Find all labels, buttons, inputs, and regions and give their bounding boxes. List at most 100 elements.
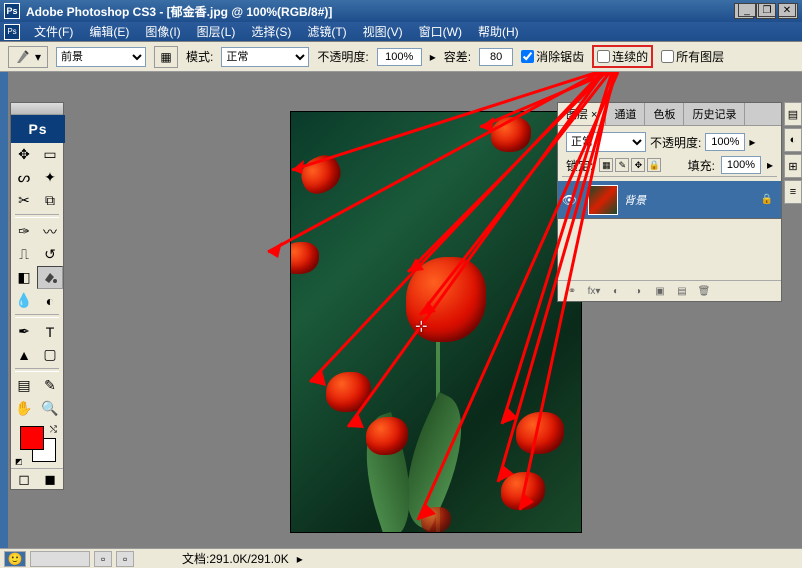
document-canvas[interactable] — [291, 112, 581, 532]
standard-mode-button[interactable]: ◻ — [11, 469, 37, 489]
opacity-input[interactable] — [377, 48, 422, 66]
menu-view[interactable]: 视图(V) — [357, 21, 409, 42]
tab-layers[interactable]: 图层 × — [558, 103, 606, 125]
foreground-color-swatch[interactable] — [20, 426, 44, 450]
options-bar: ▾ 前景 ▦ 模式: 正常 不透明度: ▸ 容差: 消除锯齿 连续的 所有图层 — [0, 42, 802, 72]
fill-arrow-icon[interactable]: ▸ — [767, 158, 773, 172]
layer-visibility-icon[interactable]: 👁 — [558, 181, 582, 218]
new-layer-icon[interactable]: ▤ — [672, 283, 692, 299]
move-tool[interactable]: ✥ — [11, 143, 37, 166]
lock-transparency-icon[interactable]: ▦ — [599, 158, 613, 172]
statusbar: 🙂 ▫ ▫ 文档:291.0K/291.0K ▸ — [0, 548, 802, 568]
marquee-tool[interactable]: ▭ — [37, 143, 63, 166]
status-seg-1[interactable] — [30, 551, 90, 567]
menu-filter[interactable]: 滤镜(T) — [301, 21, 352, 42]
doc-minimize-button[interactable]: _ — [738, 3, 756, 17]
panel-dock-icons: ▤ ◐ ⊞ ≡ — [784, 102, 802, 206]
tolerance-label: 容差: — [444, 48, 471, 65]
window-title: Adobe Photoshop CS3 - [郁金香.jpg @ 100%(RG… — [26, 3, 734, 20]
status-seg-3[interactable]: ▫ — [116, 551, 134, 567]
blur-tool[interactable]: 💧 — [11, 289, 37, 312]
menu-edit[interactable]: 编辑(E) — [83, 21, 135, 42]
tab-history[interactable]: 历史记录 — [684, 103, 745, 125]
ps-logo-icon: Ps — [4, 24, 20, 40]
app-icon: Ps — [4, 3, 20, 19]
lock-label: 锁定: — [566, 157, 593, 174]
layer-style-icon[interactable]: fx▾ — [584, 283, 604, 299]
layer-lock-icon: 🔒 — [761, 194, 773, 205]
hand-tool[interactable]: ✋ — [11, 397, 37, 420]
opacity-arrow-icon[interactable]: ▸ — [749, 135, 755, 149]
menu-help[interactable]: 帮助(H) — [472, 21, 525, 42]
antialias-checkbox[interactable]: 消除锯齿 — [521, 48, 584, 65]
layer-list[interactable]: 👁 背景 🔒 — [558, 181, 781, 281]
layer-mask-icon[interactable]: ◐ — [606, 283, 626, 299]
color-swatches: ⤭ ◩ — [11, 420, 63, 468]
shape-tool[interactable]: ▢ — [37, 343, 63, 366]
swap-colors-icon[interactable]: ⤭ — [50, 424, 57, 435]
all-layers-checkbox[interactable]: 所有图层 — [661, 48, 724, 65]
brush-tool[interactable]: 〰 — [37, 220, 63, 243]
path-selection-tool[interactable]: ▲ — [11, 343, 37, 366]
paint-bucket-tool[interactable] — [37, 266, 63, 289]
eyedropper-tool[interactable]: ✎ — [37, 374, 63, 397]
toolbox-grip[interactable] — [11, 103, 63, 115]
layer-name-label[interactable]: 背景 — [624, 192, 761, 208]
eraser-tool[interactable]: ◧ — [11, 266, 37, 289]
history-brush-tool[interactable]: ↺ — [37, 243, 63, 266]
tab-channels[interactable]: 通道 — [606, 103, 645, 125]
dock-icon-1[interactable]: ▤ — [784, 102, 802, 126]
dock-icon-4[interactable]: ≡ — [784, 180, 802, 204]
menu-window[interactable]: 窗口(W) — [413, 21, 468, 42]
opacity-flyout-icon[interactable]: ▸ — [430, 50, 436, 64]
dodge-tool[interactable]: ◐ — [37, 289, 63, 312]
lock-pixels-icon[interactable]: ✎ — [615, 158, 629, 172]
tool-preset-picker[interactable]: ▾ — [8, 46, 48, 68]
menubar: Ps 文件(F) 编辑(E) 图像(I) 图层(L) 选择(S) 滤镜(T) 视… — [0, 22, 802, 42]
pen-tool[interactable]: ✒ — [11, 320, 37, 343]
doc-close-button[interactable]: ✕ — [778, 3, 796, 17]
menu-select[interactable]: 选择(S) — [245, 21, 297, 42]
layer-opacity-label: 不透明度: — [650, 134, 701, 151]
lasso-tool[interactable]: ᔕ — [11, 166, 37, 189]
delete-layer-icon[interactable]: 🗑 — [694, 283, 714, 299]
layer-opacity-input[interactable] — [705, 133, 745, 151]
adjustment-layer-icon[interactable]: ◑ — [628, 283, 648, 299]
link-layers-icon[interactable]: ⚭ — [562, 283, 582, 299]
healing-brush-tool[interactable]: ✑ — [11, 220, 37, 243]
layer-row-background[interactable]: 👁 背景 🔒 — [558, 181, 781, 219]
menu-image[interactable]: 图像(I) — [139, 21, 186, 42]
mode-select[interactable]: 正常 — [221, 47, 309, 67]
notes-tool[interactable]: ▤ — [11, 374, 37, 397]
panels-dock: 图层 × 通道 色板 历史记录 正常 不透明度: ▸ 锁定: ▦ ✎ ✥ — [557, 102, 782, 306]
clone-stamp-tool[interactable]: ⎍ — [11, 243, 37, 266]
blend-mode-select[interactable]: 正常 — [566, 132, 646, 152]
contiguous-checkbox[interactable]: 连续的 — [597, 48, 648, 65]
status-flyout-icon[interactable]: ▸ — [297, 552, 303, 566]
status-icon[interactable]: 🙂 — [4, 551, 26, 567]
doc-restore-button[interactable]: ❐ — [758, 3, 776, 17]
tolerance-input[interactable] — [479, 48, 513, 66]
dock-icon-2[interactable]: ◐ — [784, 128, 802, 152]
slice-tool[interactable]: ⧉ — [37, 189, 63, 212]
status-seg-2[interactable]: ▫ — [94, 551, 112, 567]
type-tool[interactable]: T — [37, 320, 63, 343]
lock-position-icon[interactable]: ✥ — [631, 158, 645, 172]
fill-area-select[interactable]: 前景 — [56, 47, 146, 67]
quickmask-mode-button[interactable]: ◼ — [37, 469, 63, 489]
magic-wand-tool[interactable]: ✦ — [37, 166, 63, 189]
lock-all-icon[interactable]: 🔒 — [647, 158, 661, 172]
dock-icon-3[interactable]: ⊞ — [784, 154, 802, 178]
zoom-tool[interactable]: 🔍 — [37, 397, 63, 420]
layer-group-icon[interactable]: ▣ — [650, 283, 670, 299]
ps-badge: Ps — [11, 115, 65, 143]
mode-label: 模式: — [186, 48, 213, 65]
crop-tool[interactable]: ✂ — [11, 189, 37, 212]
menu-file[interactable]: 文件(F) — [28, 21, 79, 42]
layer-thumbnail[interactable] — [588, 185, 618, 215]
menu-layer[interactable]: 图层(L) — [191, 21, 242, 42]
fill-input[interactable] — [721, 156, 761, 174]
tab-swatches[interactable]: 色板 — [645, 103, 684, 125]
pattern-picker[interactable]: ▦ — [154, 46, 178, 68]
default-colors-icon[interactable]: ◩ — [15, 457, 23, 466]
